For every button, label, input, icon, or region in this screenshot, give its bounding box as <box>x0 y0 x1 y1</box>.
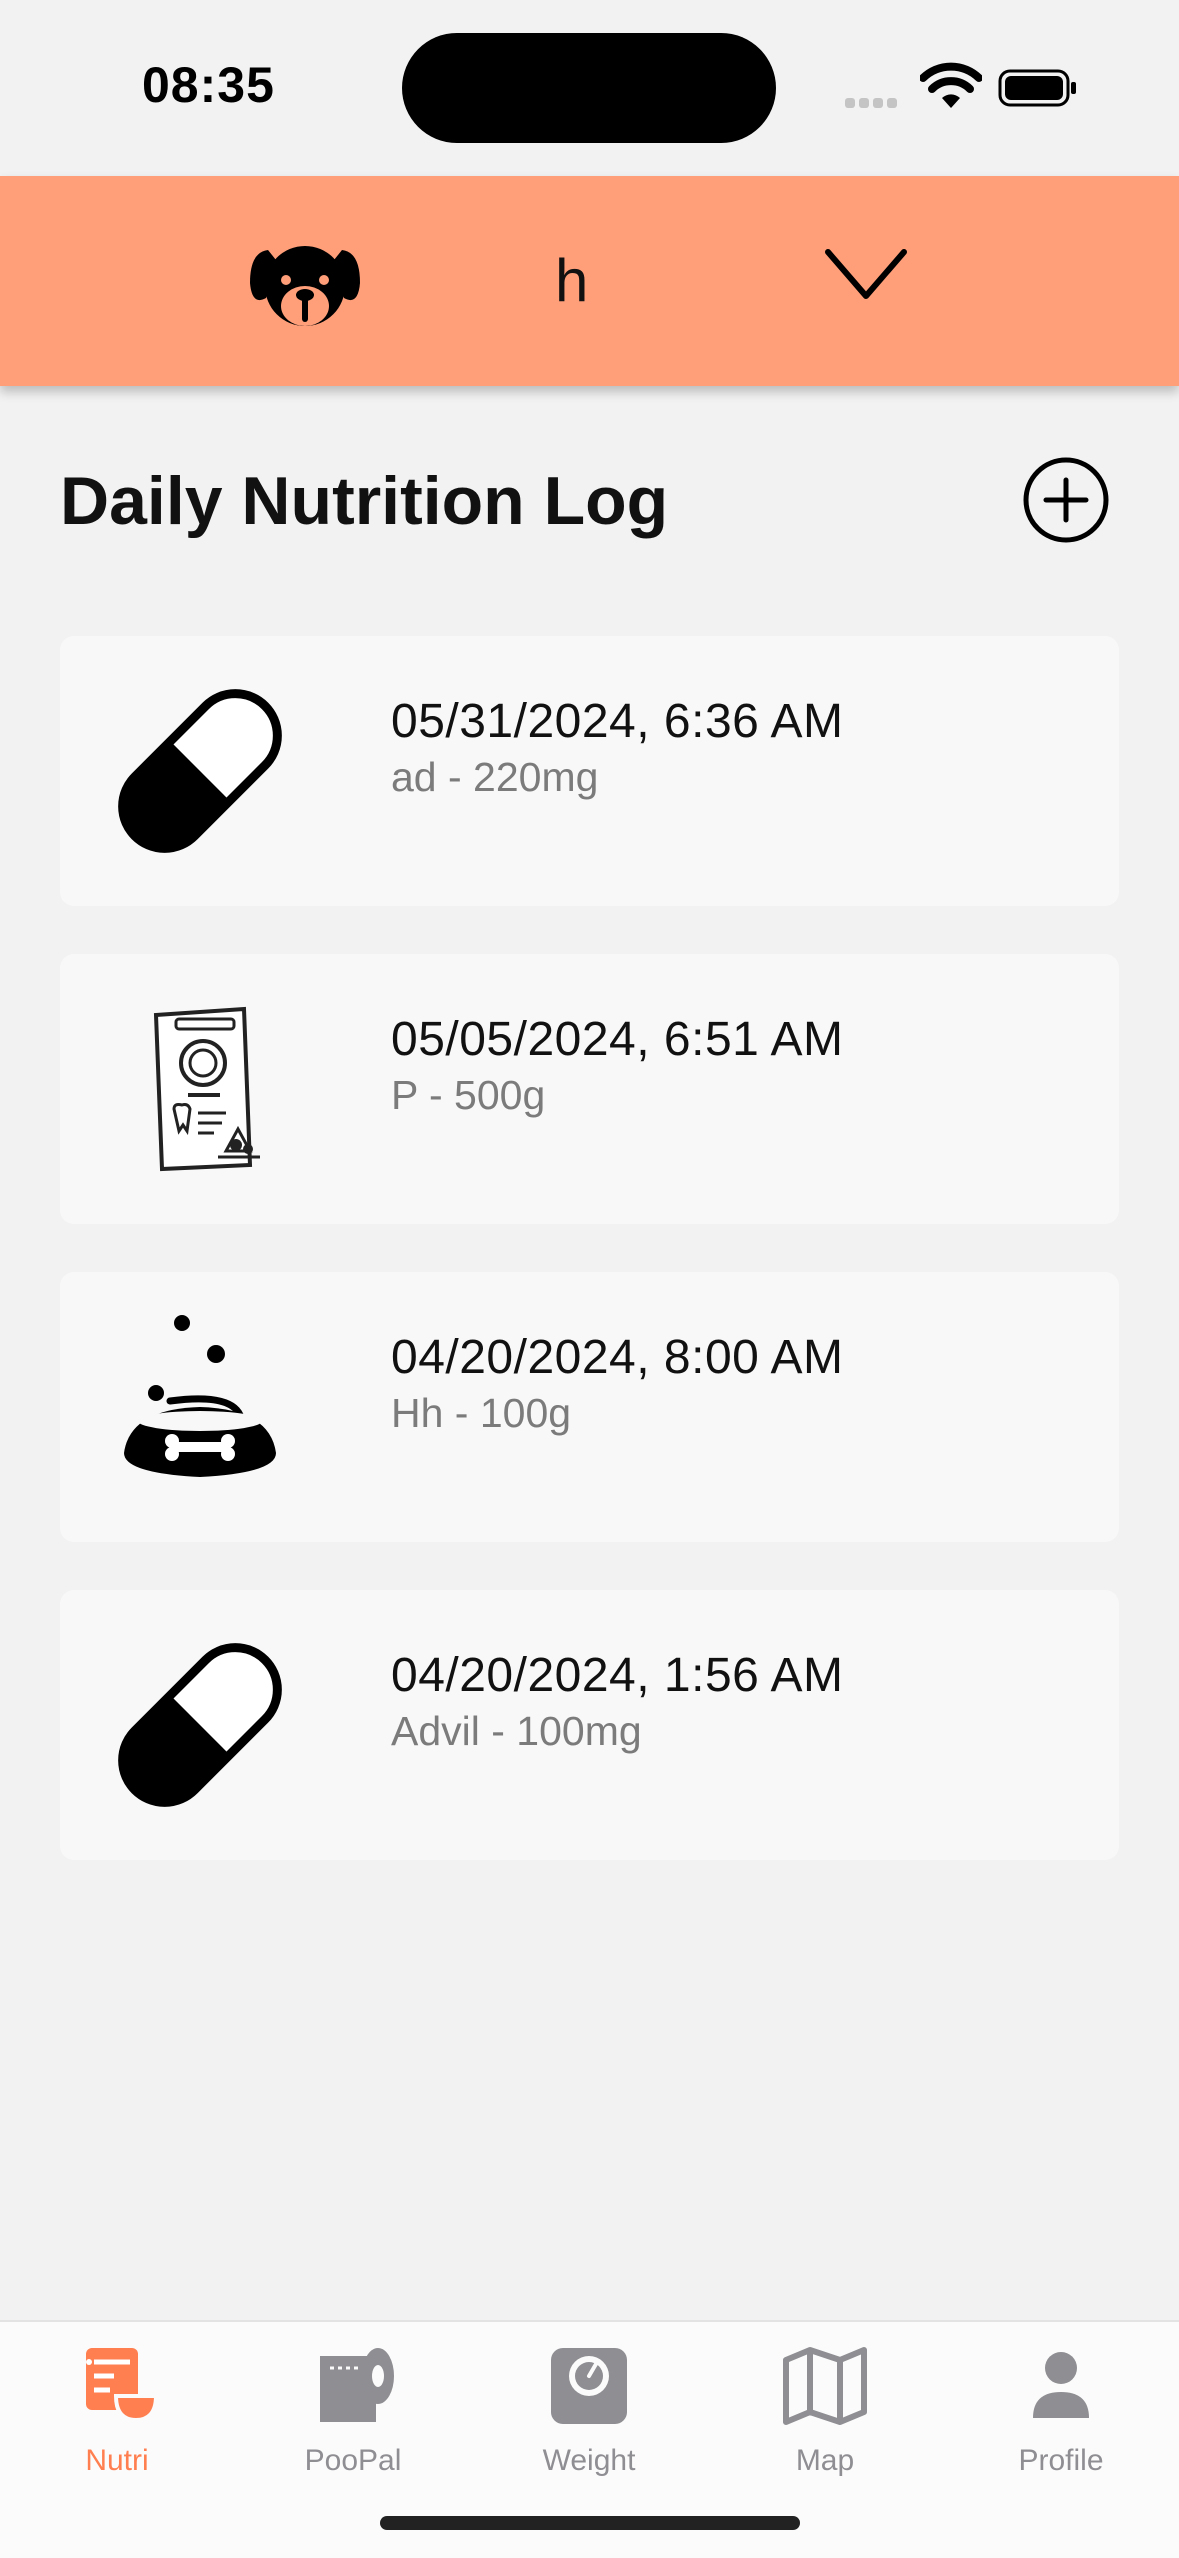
log-entry[interactable]: 05/31/2024, 6:36 AM ad - 220mg <box>60 636 1119 906</box>
tab-poopal[interactable]: PooPal <box>253 2346 453 2496</box>
dog-bowl-icon <box>124 1315 276 1477</box>
home-indicator <box>380 2516 800 2530</box>
tab-label: Weight <box>542 2444 636 2477</box>
nutrition-log-list: 05/31/2024, 6:36 AM ad - 220mg 05/05/202… <box>60 636 1119 1908</box>
person-icon <box>1033 2352 1089 2418</box>
status-time: 08:35 <box>142 57 275 113</box>
battery-icon <box>998 69 1076 107</box>
log-entry[interactable]: 05/05/2024, 6:51 AM P - 500g <box>60 954 1119 1224</box>
log-date: 04/20/2024, 1:56 AM <box>391 1649 844 1702</box>
tab-map[interactable]: Map <box>725 2346 925 2496</box>
log-date: 05/05/2024, 6:51 AM <box>391 1013 844 1066</box>
log-detail: P - 500g <box>391 1072 546 1118</box>
wifi-icon <box>920 62 982 108</box>
tab-label: Map <box>795 2444 855 2477</box>
log-entry[interactable]: 04/20/2024, 8:00 AM Hh - 100g <box>60 1272 1119 1542</box>
log-entry[interactable]: 04/20/2024, 1:56 AM Advil - 100mg <box>60 1590 1119 1860</box>
pet-name: h <box>555 247 589 314</box>
map-icon <box>783 2347 867 2425</box>
tab-label: PooPal <box>304 2444 402 2477</box>
dog-face-icon <box>250 246 360 326</box>
tab-weight[interactable]: Weight <box>489 2346 689 2496</box>
log-detail: ad - 220mg <box>391 754 599 800</box>
pet-selector-header[interactable]: h <box>0 176 1179 386</box>
log-date: 04/20/2024, 8:00 AM <box>391 1331 844 1384</box>
dynamic-island <box>402 33 776 143</box>
tab-label: Nutri <box>85 2444 149 2477</box>
pill-icon <box>118 1643 282 1807</box>
nutri-icon <box>86 2348 159 2423</box>
tab-profile[interactable]: Profile <box>961 2346 1161 2496</box>
page-title: Daily Nutrition Log <box>60 463 669 539</box>
toilet-roll-icon <box>320 2348 394 2422</box>
status-bar: 08:35 <box>0 0 1179 175</box>
food-bag-icon <box>153 1006 260 1172</box>
log-detail: Advil - 100mg <box>391 1708 642 1754</box>
add-log-button[interactable] <box>1022 456 1110 544</box>
pill-icon <box>118 689 282 853</box>
log-date: 05/31/2024, 6:36 AM <box>391 695 844 748</box>
cellular-signal-icon <box>845 95 901 113</box>
log-detail: Hh - 100g <box>391 1390 572 1436</box>
tab-label: Profile <box>1018 2444 1104 2477</box>
scale-icon <box>551 2348 627 2424</box>
tab-nutri[interactable]: Nutri <box>17 2346 217 2496</box>
chevron-down-icon[interactable] <box>822 242 910 308</box>
